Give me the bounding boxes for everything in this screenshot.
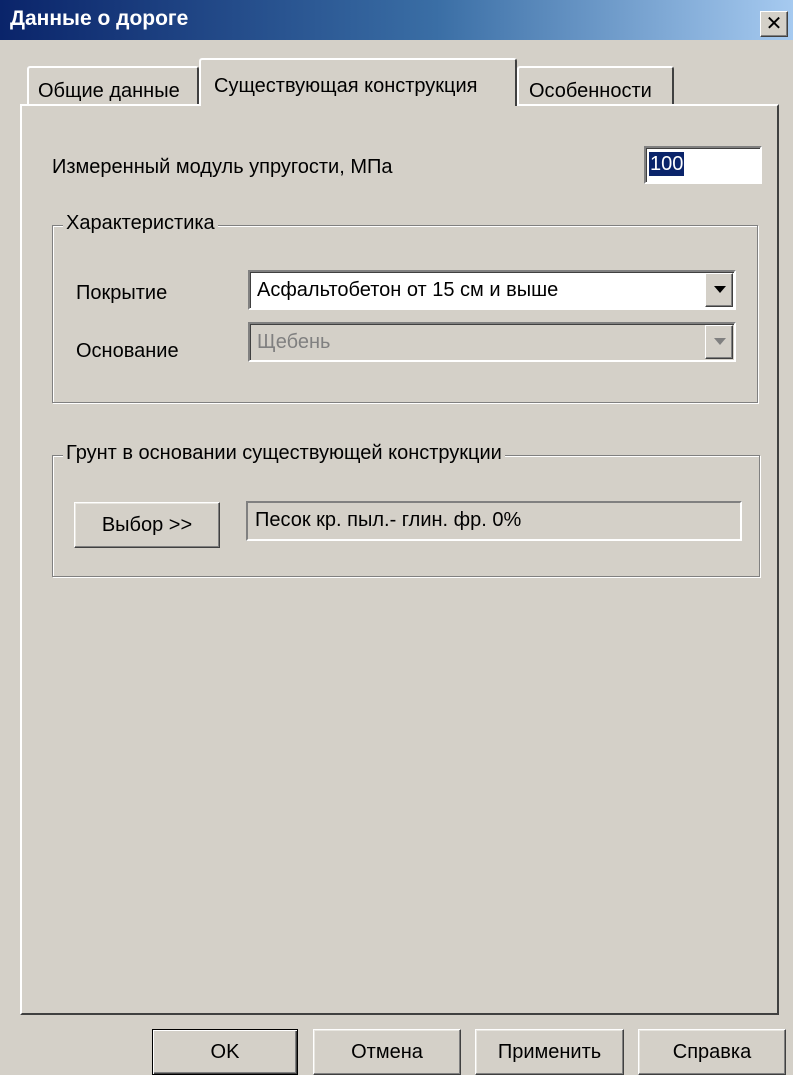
cancel-button[interactable]: Отмена bbox=[313, 1029, 461, 1075]
base-selected-value: Щебень bbox=[257, 331, 331, 353]
characteristics-group: Характеристика bbox=[52, 212, 758, 403]
soil-legend: Грунт в основании существующей конструкц… bbox=[63, 442, 505, 465]
choose-soil-label: Выбор >> bbox=[101, 513, 193, 536]
window-title: Данные о дороге bbox=[10, 7, 189, 30]
coating-label: Покрытие bbox=[76, 282, 168, 304]
chevron-down-icon[interactable] bbox=[705, 273, 733, 307]
tab-existing-construction[interactable]: Существующая конструкция bbox=[199, 58, 517, 106]
ok-button[interactable]: OK bbox=[152, 1029, 298, 1075]
chevron-down-icon bbox=[705, 325, 733, 359]
soil-value-field: Песок кр. пыл.- глин. фр. 0% bbox=[246, 501, 742, 541]
soil-value: Песок кр. пыл.- глин. фр. 0% bbox=[255, 509, 522, 531]
tab-features[interactable]: Особенности bbox=[517, 66, 674, 104]
cancel-label: Отмена bbox=[351, 1040, 423, 1063]
close-icon: ✕ bbox=[765, 13, 783, 35]
tab-general-data[interactable]: Общие данные bbox=[27, 66, 199, 104]
coating-selected-value: Асфальтобетон от 15 см и выше bbox=[257, 279, 559, 301]
close-button[interactable]: ✕ bbox=[760, 11, 788, 37]
help-label: Справка bbox=[672, 1040, 752, 1063]
choose-soil-button[interactable]: Выбор >> bbox=[74, 502, 220, 548]
title-bar[interactable]: Данные о дороге ✕ bbox=[0, 0, 793, 40]
tab-label: Особенности bbox=[529, 80, 652, 102]
ok-label: OK bbox=[210, 1040, 240, 1063]
base-select: Щебень bbox=[248, 322, 736, 362]
modulus-value: 100 bbox=[649, 152, 685, 176]
characteristics-legend: Характеристика bbox=[63, 212, 218, 235]
modulus-label: Измеренный модуль упругости, МПа bbox=[52, 156, 393, 178]
coating-select[interactable]: Асфальтобетон от 15 см и выше bbox=[248, 270, 736, 310]
apply-label: Применить bbox=[497, 1040, 602, 1063]
modulus-input[interactable]: 100 bbox=[644, 146, 762, 184]
help-button[interactable]: Справка bbox=[638, 1029, 786, 1075]
tab-label: Общие данные bbox=[38, 80, 180, 102]
tab-label: Существующая конструкция bbox=[214, 75, 478, 97]
apply-button[interactable]: Применить bbox=[475, 1029, 624, 1075]
base-label: Основание bbox=[76, 340, 179, 362]
road-data-dialog: Данные о дороге ✕ Общие данные Существую… bbox=[0, 0, 793, 1075]
